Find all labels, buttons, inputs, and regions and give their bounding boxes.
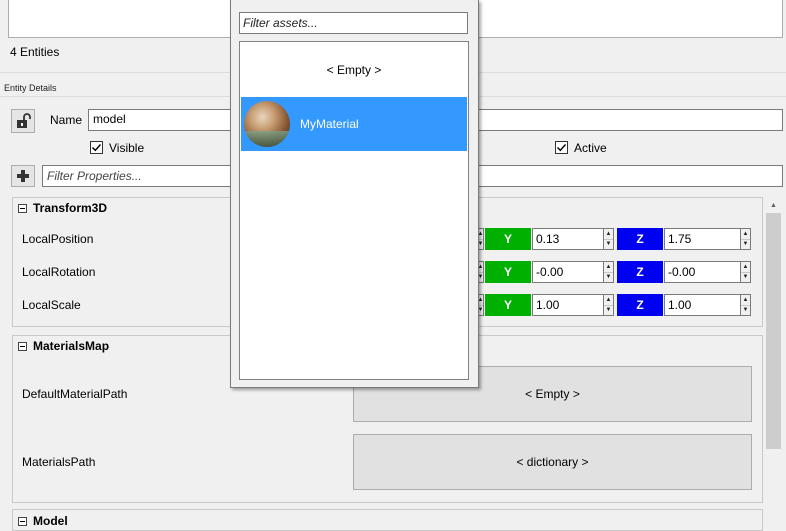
group-title: Model: [33, 514, 68, 528]
axis-z-label: Z: [617, 294, 663, 316]
plus-icon: [17, 170, 29, 182]
entity-count: 4 Entities: [10, 45, 60, 59]
spin-arrows[interactable]: ▲ ▼: [604, 294, 614, 316]
spin-arrows[interactable]: ▲ ▼: [741, 228, 751, 250]
prop-label: MaterialsPath: [22, 455, 96, 469]
spin-arrows[interactable]: ▲ ▼: [741, 261, 751, 283]
spin-arrows[interactable]: ▲ ▼: [604, 228, 614, 250]
rotation-y-input[interactable]: -0.00: [532, 261, 604, 283]
name-label: Name: [50, 113, 83, 127]
prop-label: LocalPosition: [22, 232, 94, 246]
transform3d-header[interactable]: Transform3D: [18, 201, 107, 215]
scale-z-input[interactable]: 1.00: [664, 294, 741, 316]
model-header[interactable]: Model: [18, 514, 68, 528]
collapse-icon[interactable]: [18, 341, 27, 351]
add-component-button[interactable]: [11, 165, 35, 187]
scroll-up-icon[interactable]: ▲: [765, 197, 782, 213]
visible-checkbox[interactable]: [90, 141, 103, 154]
active-checkbox[interactable]: [555, 141, 568, 154]
position-z-input[interactable]: 1.75: [664, 228, 741, 250]
scroll-thumb[interactable]: [766, 213, 781, 449]
prop-label: LocalRotation: [22, 265, 96, 279]
group-title: MaterialsMap: [33, 339, 110, 353]
spin-arrows[interactable]: ▲ ▼: [741, 294, 751, 316]
asset-item-label: MyMaterial: [300, 117, 359, 131]
rotation-z-input[interactable]: -0.00: [664, 261, 741, 283]
entity-details-title: Entity Details: [4, 83, 57, 93]
scale-y-input[interactable]: 1.00: [532, 294, 604, 316]
collapse-icon[interactable]: [18, 516, 27, 526]
model-group: [12, 509, 763, 531]
axis-z-label: Z: [617, 228, 663, 250]
axis-y-label: Y: [485, 261, 531, 283]
unlock-icon: [17, 113, 31, 128]
lock-button[interactable]: [11, 109, 35, 133]
axis-y-label: Y: [485, 228, 531, 250]
material-thumbnail: [244, 101, 290, 147]
spin-arrows[interactable]: ▲ ▼: [604, 261, 614, 283]
materials-path-button[interactable]: < dictionary >: [353, 434, 752, 490]
axis-z-label: Z: [617, 261, 663, 283]
asset-item-empty[interactable]: < Empty >: [241, 43, 467, 96]
prop-label: LocalScale: [22, 298, 81, 312]
filter-assets-input[interactable]: Filter assets...: [239, 12, 468, 34]
prop-label: DefaultMaterialPath: [22, 387, 128, 401]
asset-item-mymaterial[interactable]: MyMaterial: [241, 97, 467, 151]
visible-label: Visible: [109, 141, 145, 155]
materialsmap-header[interactable]: MaterialsMap: [18, 339, 109, 353]
group-title: Transform3D: [33, 201, 108, 215]
collapse-icon[interactable]: [18, 203, 27, 213]
check-icon: [92, 144, 102, 152]
position-y-input[interactable]: 0.13: [532, 228, 604, 250]
active-label: Active: [574, 141, 607, 155]
check-icon: [557, 144, 567, 152]
axis-y-label: Y: [485, 294, 531, 316]
